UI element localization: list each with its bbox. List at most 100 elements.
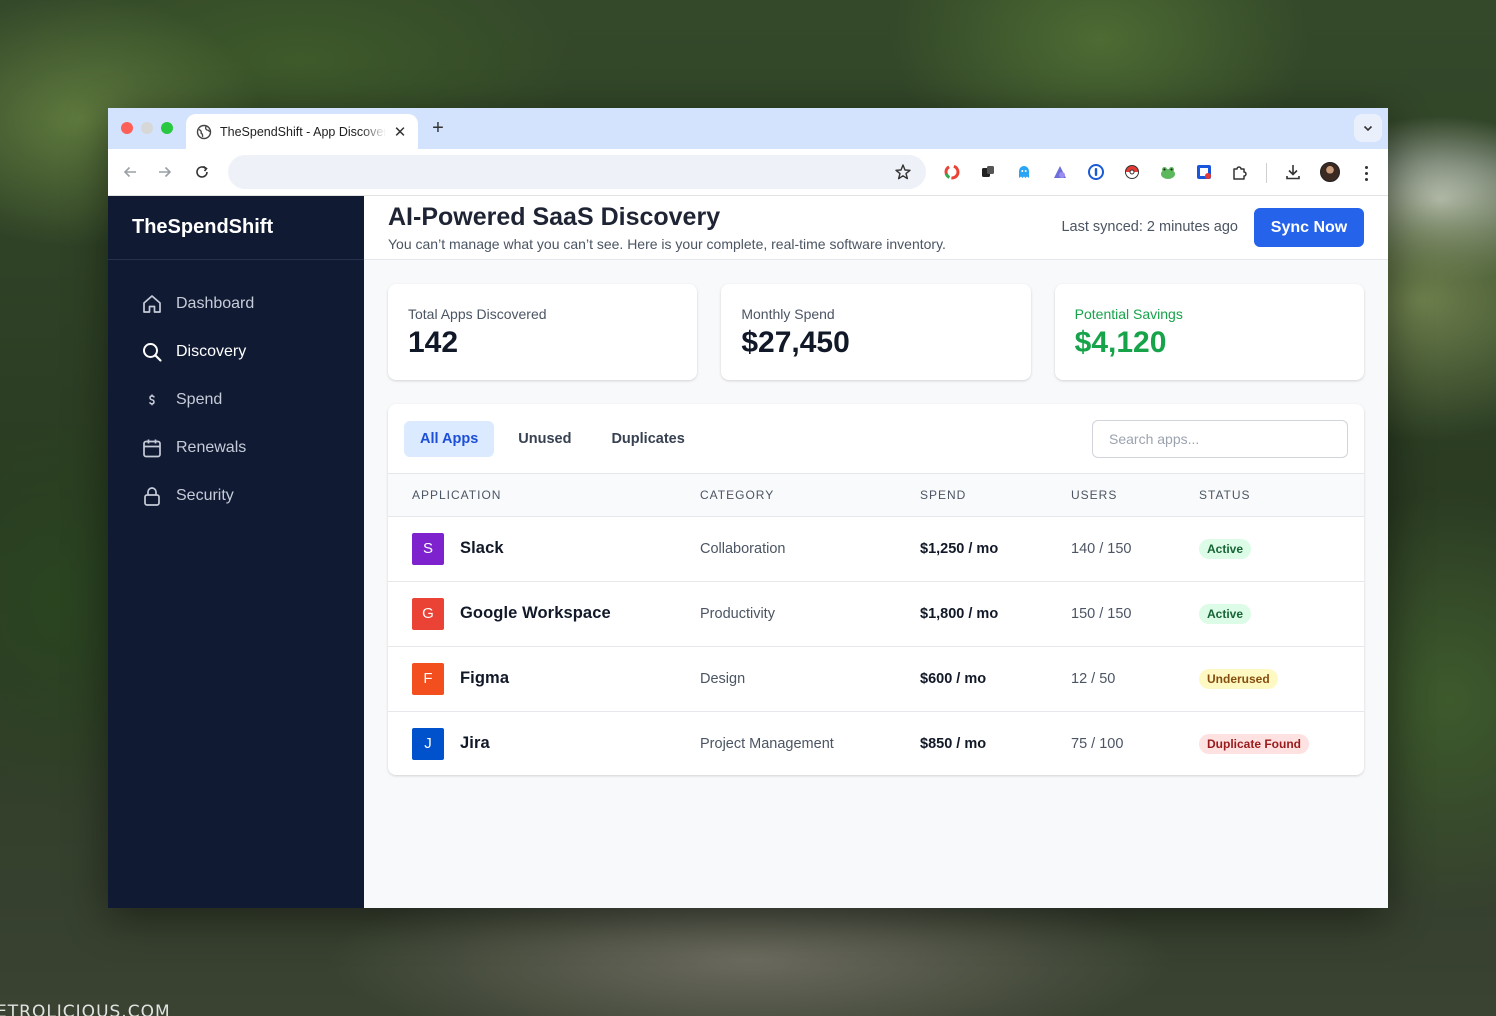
browser-menu-icon[interactable] (1358, 163, 1374, 183)
page-subtitle: You can’t manage what you can’t see. Her… (388, 236, 946, 252)
tab-duplicates[interactable]: Duplicates (595, 421, 700, 457)
minimize-window-button[interactable] (141, 122, 153, 134)
app-spend: $850 / mo (920, 735, 987, 752)
tab-title: TheSpendShift - App Discovery (220, 124, 386, 139)
forward-button[interactable] (155, 162, 175, 182)
lock-icon (141, 485, 163, 507)
app-cell: F Figma (412, 662, 700, 695)
app-name[interactable]: Google Workspace (460, 604, 611, 623)
sidebar-item-label: Security (176, 487, 234, 504)
stat-value: 142 (408, 326, 459, 359)
sidebar-item-dashboard[interactable]: Dashboard (108, 280, 364, 328)
app-cell: J Jira (412, 727, 700, 760)
maximize-window-button[interactable] (161, 122, 173, 134)
sidebar-item-discovery[interactable]: Discovery (108, 328, 364, 376)
bookmark-star-icon[interactable] (894, 163, 912, 181)
app-logo-icon: S (412, 532, 444, 565)
sidebar-item-renewals[interactable]: Renewals (108, 424, 364, 472)
table-row[interactable]: J Jira Project Management $850 / mo 75 /… (388, 711, 1364, 775)
app-root: TheSpendShift Dashboard Discovery Spend … (108, 196, 1388, 908)
app-users: 12 / 50 (1071, 670, 1116, 687)
status-badge: Active (1199, 538, 1252, 559)
status-badge: Underused (1199, 668, 1278, 689)
sidebar: TheSpendShift Dashboard Discovery Spend … (108, 196, 364, 908)
window-controls (121, 122, 173, 134)
new-tab-button[interactable]: + (428, 117, 448, 140)
stat-label: Monthly Spend (741, 306, 835, 322)
app-category: Design (700, 670, 746, 687)
browser-tab[interactable]: TheSpendShift - App Discovery ✕ (186, 114, 418, 149)
app-category: Collaboration (700, 540, 786, 557)
app-users: 140 / 150 (1071, 540, 1132, 557)
sync-now-button[interactable]: Sync Now (1254, 208, 1364, 247)
dollar-icon (141, 389, 163, 411)
profile-avatar[interactable] (1320, 162, 1340, 182)
stat-label: Total Apps Discovered (408, 306, 547, 322)
tab-unused[interactable]: Unused (502, 421, 587, 457)
extension-ring-icon[interactable] (943, 163, 961, 181)
sidebar-nav: Dashboard Discovery Spend Renewals Secur… (108, 260, 364, 520)
extension-frog-icon[interactable] (1159, 163, 1177, 181)
app-cell: S Slack (412, 532, 700, 565)
table-row[interactable]: G Google Workspace Productivity $1,800 /… (388, 581, 1364, 646)
sidebar-item-label: Discovery (176, 343, 247, 360)
close-tab-icon[interactable]: ✕ (392, 123, 408, 141)
search-input[interactable] (1092, 420, 1348, 458)
sidebar-item-label: Dashboard (176, 295, 255, 312)
extension-ghost-icon[interactable] (1015, 163, 1033, 181)
download-icon[interactable] (1284, 163, 1302, 181)
reload-button[interactable] (192, 162, 212, 182)
panel-toolbar: All Apps Unused Duplicates (388, 404, 1364, 474)
table-header-row: APPLICATION CATEGORY SPEND USERS STATUS (388, 474, 1364, 517)
last-synced-text: Last synced: 2 minutes ago (1061, 219, 1238, 235)
stats-row: Total Apps Discovered 142 Monthly Spend … (388, 284, 1364, 380)
back-button[interactable] (120, 162, 140, 182)
status-badge: Active (1199, 603, 1252, 624)
extension-wizard-icon[interactable] (1051, 163, 1069, 181)
tab-search-button[interactable] (1354, 114, 1382, 142)
status-badge: Duplicate Found (1199, 733, 1309, 754)
column-header-status[interactable]: STATUS (1199, 474, 1364, 517)
tab-all-apps[interactable]: All Apps (404, 421, 495, 457)
app-name[interactable]: Figma (460, 669, 509, 688)
column-header-application[interactable]: APPLICATION (388, 474, 700, 517)
stat-card-monthly-spend: Monthly Spend $27,450 (721, 284, 1031, 380)
toolbar-separator (1266, 163, 1267, 183)
app-category: Project Management (700, 735, 834, 752)
stat-value: $4,120 (1074, 326, 1167, 359)
extension-dice-icon[interactable] (979, 163, 997, 181)
app-name[interactable]: Jira (460, 734, 490, 753)
arrow-right-icon (159, 166, 172, 178)
extension-pokeball-icon[interactable] (1123, 163, 1141, 181)
search-icon (141, 341, 163, 363)
sidebar-item-security[interactable]: Security (108, 472, 364, 520)
wallpaper-watermark: ETROLICIOUS.COM (0, 1002, 171, 1016)
page-title: AI-Powered SaaS Discovery (388, 203, 721, 231)
sidebar-item-spend[interactable]: Spend (108, 376, 364, 424)
extension-password-icon[interactable] (1087, 163, 1105, 181)
page-header: AI-Powered SaaS Discovery You can’t mana… (364, 196, 1388, 260)
sidebar-item-label: Renewals (176, 439, 247, 456)
extensions-puzzle-icon[interactable] (1231, 163, 1249, 181)
column-header-users[interactable]: USERS (1071, 474, 1199, 517)
chevron-down-icon (1363, 125, 1373, 132)
app-name[interactable]: Slack (460, 539, 504, 558)
close-window-button[interactable] (121, 122, 133, 134)
extension-shield-icon[interactable] (1195, 163, 1213, 181)
apps-table: APPLICATION CATEGORY SPEND USERS STATUS … (388, 474, 1364, 775)
app-spend: $1,800 / mo (920, 605, 999, 622)
reload-icon (196, 165, 208, 178)
column-header-category[interactable]: CATEGORY (700, 474, 920, 517)
table-row[interactable]: S Slack Collaboration $1,250 / mo 140 / … (388, 516, 1364, 581)
main-content: AI-Powered SaaS Discovery You can’t mana… (364, 196, 1388, 908)
column-header-spend[interactable]: SPEND (920, 474, 1071, 517)
browser-toolbar (108, 149, 1388, 196)
stat-card-potential-savings: Potential Savings $4,120 (1054, 284, 1364, 380)
app-spend: $1,250 / mo (920, 540, 999, 557)
stat-card-total-apps: Total Apps Discovered 142 (388, 284, 698, 380)
address-bar[interactable] (228, 155, 926, 189)
table-row[interactable]: F Figma Design $600 / mo 12 / 50 Underus… (388, 646, 1364, 711)
brand-logo[interactable]: TheSpendShift (108, 196, 364, 260)
arrow-left-icon (123, 166, 136, 178)
stat-value: $27,450 (741, 326, 850, 359)
